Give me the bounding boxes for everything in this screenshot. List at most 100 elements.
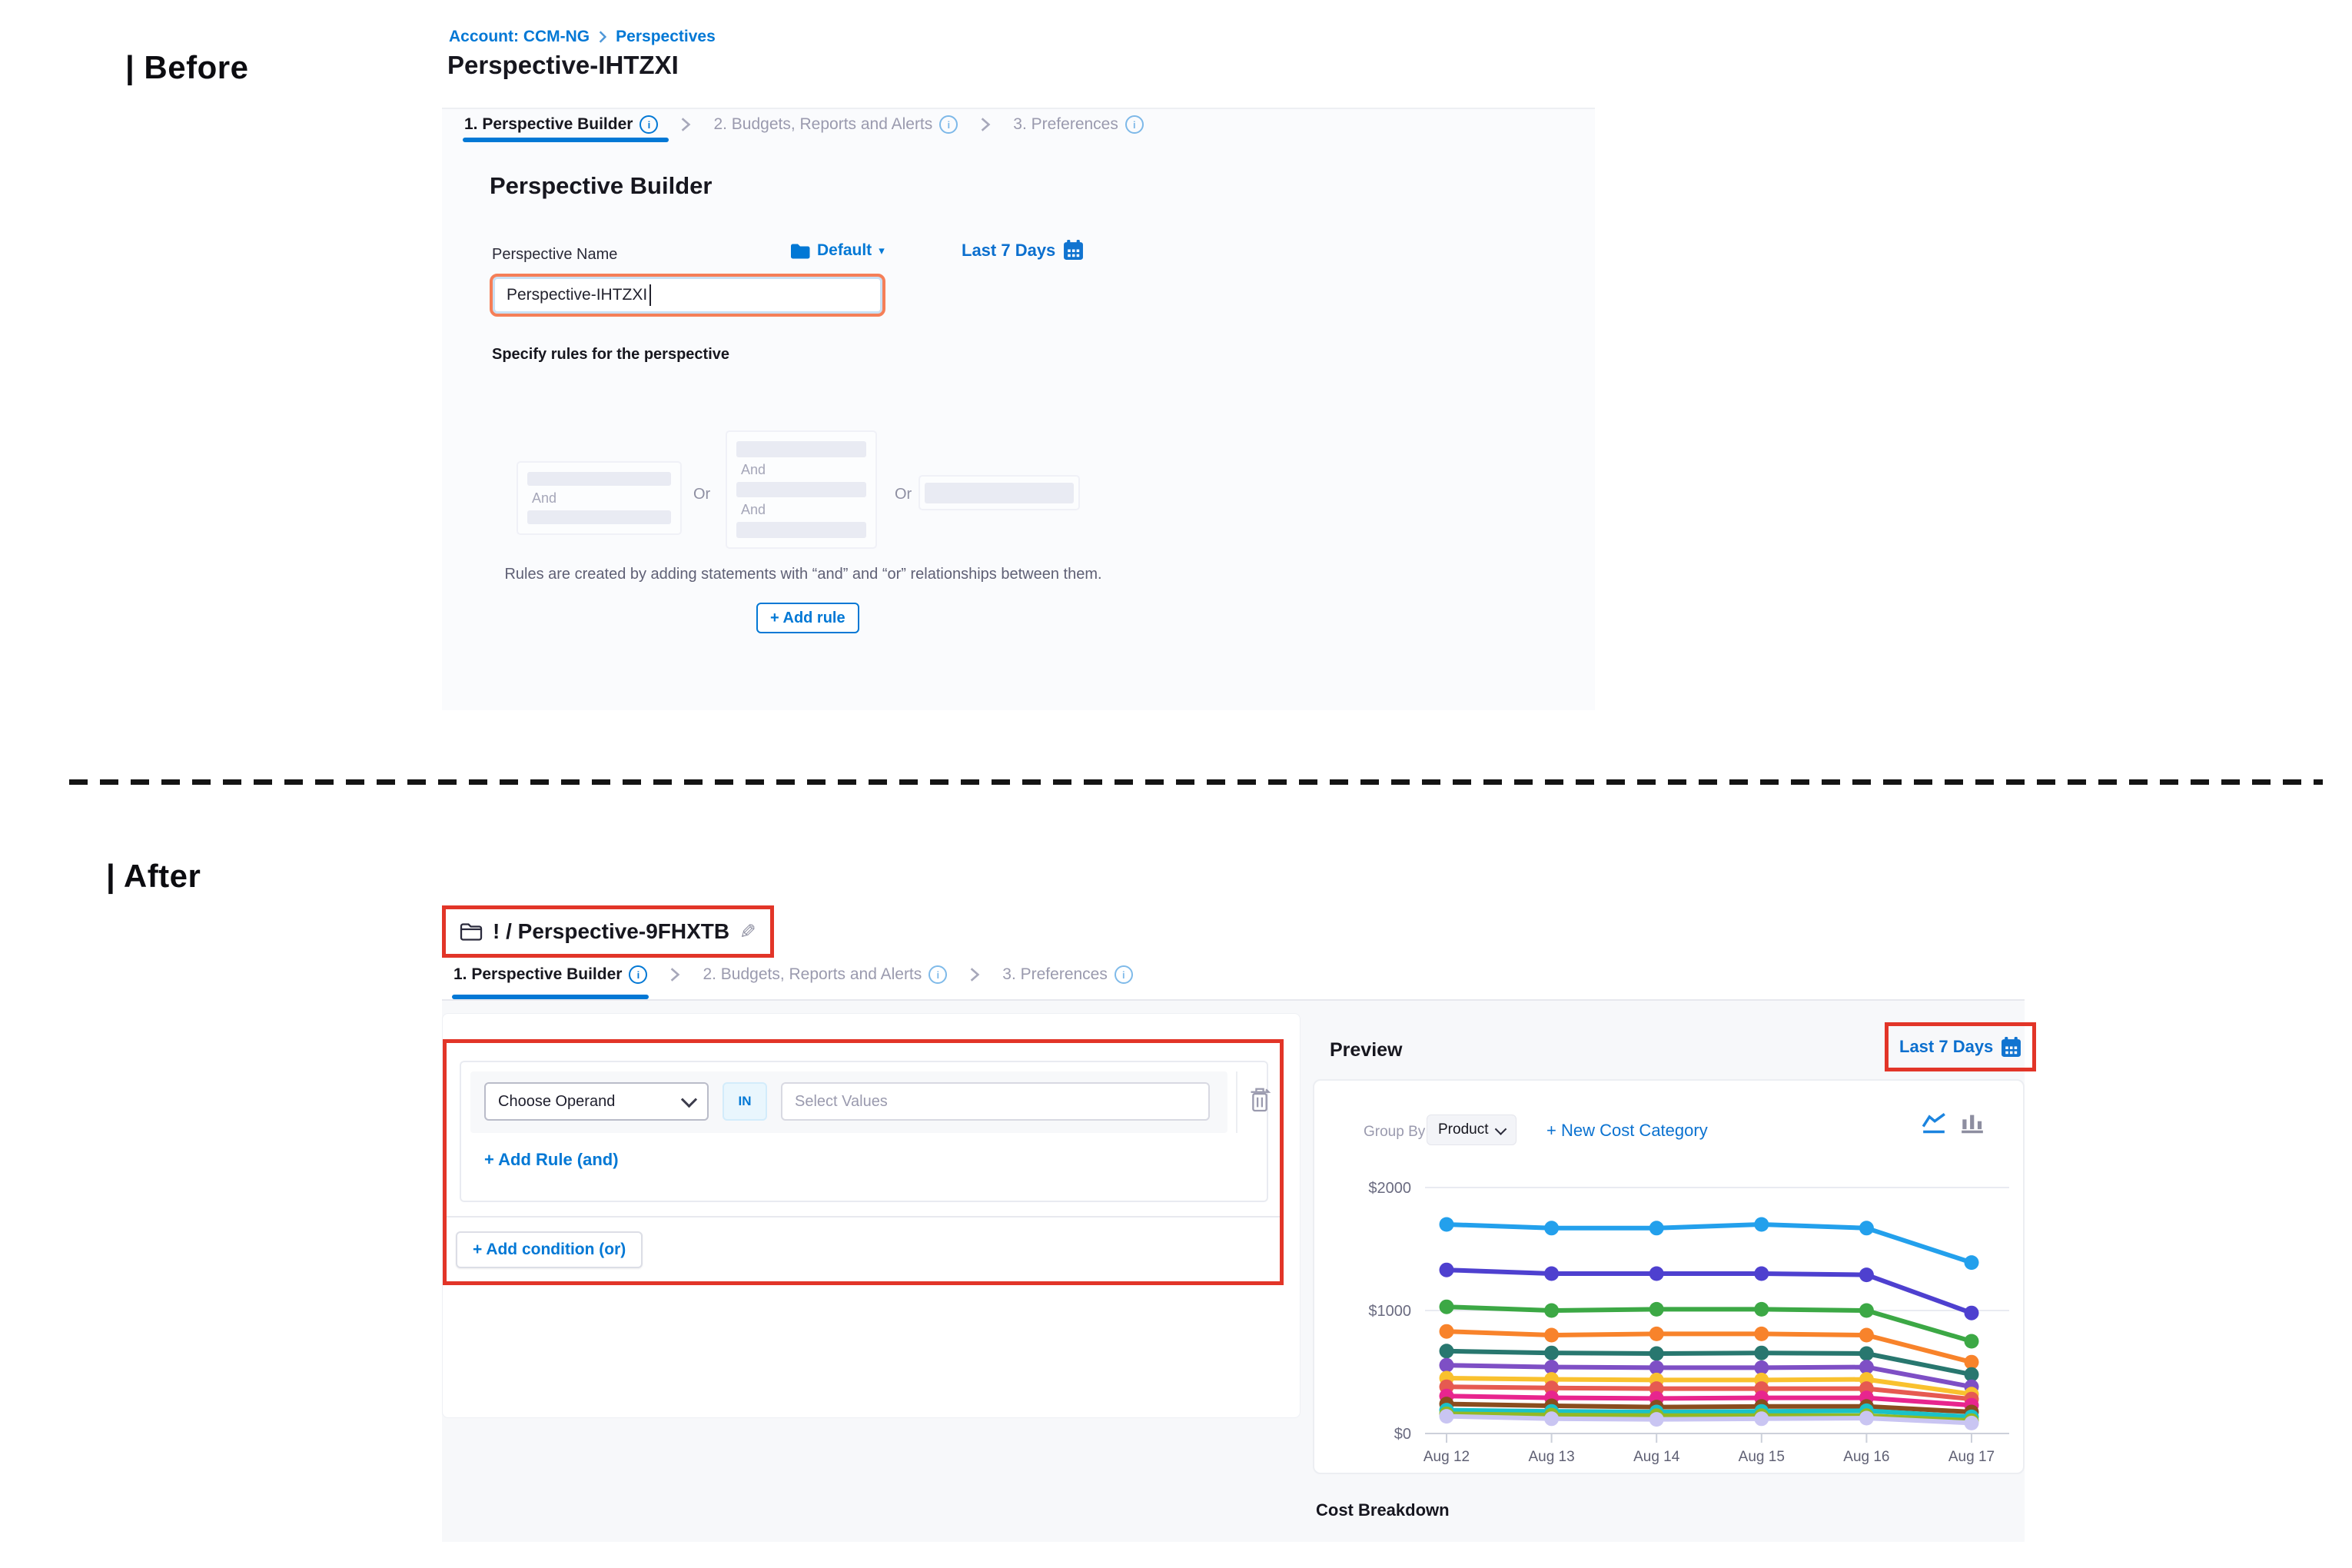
- series-green-point: [1859, 1304, 1874, 1318]
- chevron-right-icon: [667, 966, 683, 983]
- breadcrumb-perspectives-link[interactable]: Perspectives: [616, 28, 716, 46]
- info-icon: i: [629, 965, 647, 984]
- y-axis-tick-label: $0: [1394, 1426, 1411, 1443]
- perspective-name-label: Perspective Name: [492, 246, 617, 264]
- series-lavender-line: [1447, 1417, 1972, 1423]
- series-blue-point: [1965, 1255, 1979, 1270]
- before-after-divider: [69, 779, 2323, 785]
- series-orange-point: [1544, 1328, 1559, 1343]
- builder-heading: Perspective Builder: [490, 172, 712, 200]
- x-axis-tick-label: Aug 14: [1633, 1449, 1680, 1465]
- skeleton-bar: [527, 510, 671, 524]
- series-orange-point: [1859, 1328, 1874, 1343]
- select-values-placeholder: Select Values: [795, 1093, 888, 1111]
- series-indigo-line: [1447, 1270, 1972, 1313]
- series-green-point: [1754, 1302, 1769, 1317]
- x-axis-tick-label: Aug 17: [1948, 1449, 1995, 1465]
- perspective-name-value: Perspective-IHTZXI: [507, 286, 647, 304]
- series-indigo-point: [1544, 1267, 1559, 1281]
- perspective-header-annotated: ! / Perspective-9FHXTB ✎: [442, 905, 774, 958]
- trash-icon: [1248, 1085, 1271, 1113]
- skeleton-bar: [736, 441, 866, 457]
- series-indigo-point: [1859, 1267, 1874, 1282]
- chevron-right-icon: [678, 116, 693, 133]
- series-green-point: [1649, 1302, 1664, 1317]
- operator-in-button[interactable]: IN: [723, 1082, 767, 1121]
- series-indigo-point: [1440, 1263, 1454, 1277]
- series-orange-point: [1649, 1327, 1664, 1341]
- rule-skeleton-card: And And: [726, 430, 877, 549]
- series-indigo-point: [1754, 1267, 1769, 1281]
- skeleton-bar: [736, 522, 866, 538]
- after-tab-bar: 1. Perspective Builder i 2. Budgets, Rep…: [453, 965, 1133, 984]
- series-lavender-point: [1440, 1409, 1454, 1423]
- rule-skeleton-card: [919, 475, 1080, 510]
- comparison-page: | Before Account: CCM-NG Perspectives Pe…: [0, 0, 2352, 1568]
- text-cursor: [649, 284, 651, 306]
- before-section-label: | Before: [125, 49, 248, 86]
- x-axis-tick-label: Aug 13: [1528, 1449, 1574, 1465]
- info-icon: i: [939, 115, 958, 134]
- breadcrumb-account-link[interactable]: Account: CCM-NG: [449, 28, 590, 46]
- series-purple-point: [1440, 1358, 1454, 1373]
- tab-preferences[interactable]: 3. Preferences i: [1002, 965, 1133, 984]
- tab-budgets-reports-alerts[interactable]: 2. Budgets, Reports and Alerts i: [713, 115, 958, 134]
- add-rule-and-link[interactable]: + Add Rule (and): [484, 1150, 619, 1170]
- calendar-icon: [2001, 1037, 2021, 1058]
- edit-pencil-icon[interactable]: ✎: [739, 920, 756, 944]
- operand-select[interactable]: Choose Operand: [484, 1082, 709, 1121]
- date-range-label: Last 7 Days: [962, 241, 1055, 261]
- delete-rule-button[interactable]: [1248, 1085, 1271, 1117]
- series-indigo-point: [1649, 1267, 1664, 1281]
- series-orange-point: [1440, 1324, 1454, 1339]
- x-axis-tick-label: Aug 15: [1739, 1449, 1785, 1465]
- rules-hint-text: Rules are created by adding statements w…: [496, 566, 1111, 583]
- series-teal-point: [1859, 1347, 1874, 1361]
- chevron-right-icon: [967, 966, 982, 983]
- page-title: Perspective-IHTZXI: [447, 51, 679, 80]
- y-axis-tick-label: $1000: [1368, 1303, 1411, 1320]
- tab-perspective-builder[interactable]: 1. Perspective Builder i: [464, 115, 658, 134]
- series-green-point: [1965, 1334, 1979, 1349]
- date-range-annotation-box: Last 7 Days: [1885, 1022, 2036, 1071]
- tab-preferences[interactable]: 3. Preferences i: [1013, 115, 1144, 134]
- skeleton-bar: [527, 472, 671, 486]
- date-range-picker[interactable]: Last 7 Days: [1899, 1037, 2021, 1058]
- caret-down-icon: ▾: [879, 244, 885, 257]
- chevron-down-icon: [681, 1091, 697, 1108]
- x-axis-tick-label: Aug 16: [1843, 1449, 1889, 1465]
- series-lavender-point: [1965, 1416, 1979, 1430]
- folder-icon: [790, 243, 810, 259]
- date-range-picker[interactable]: Last 7 Days: [962, 240, 1084, 261]
- series-green-point: [1440, 1300, 1454, 1314]
- calendar-icon: [1063, 240, 1084, 261]
- series-green-point: [1544, 1304, 1559, 1318]
- info-icon: i: [1115, 965, 1133, 984]
- series-teal-point: [1544, 1346, 1559, 1360]
- tab-perspective-builder[interactable]: 1. Perspective Builder i: [453, 965, 647, 984]
- skeleton-bar: [736, 482, 866, 498]
- series-teal-point: [1754, 1346, 1769, 1360]
- select-values-input[interactable]: Select Values: [781, 1082, 1210, 1121]
- before-tab-bar: 1. Perspective Builder i 2. Budgets, Rep…: [464, 115, 1144, 134]
- chevron-right-icon: [978, 116, 993, 133]
- rule-skeleton-card: And: [517, 461, 682, 535]
- add-condition-or-button[interactable]: + Add condition (or): [456, 1231, 643, 1268]
- operand-select-placeholder: Choose Operand: [498, 1093, 615, 1111]
- series-lavender-point: [1544, 1411, 1559, 1426]
- skeleton-and-label: And: [736, 503, 866, 517]
- chevron-right-icon: [597, 30, 608, 44]
- series-blue-point: [1440, 1218, 1454, 1232]
- perspective-name-input[interactable]: Perspective-IHTZXI: [490, 274, 885, 317]
- skeleton-or-label: Or: [895, 486, 912, 503]
- folder-select[interactable]: Default ▾: [790, 241, 885, 260]
- add-rule-button[interactable]: + Add rule: [756, 603, 859, 633]
- skeleton-bar: [925, 483, 1074, 503]
- cost-breakdown-heading: Cost Breakdown: [1316, 1500, 1450, 1520]
- tab-budgets-reports-alerts[interactable]: 2. Budgets, Reports and Alerts i: [703, 965, 947, 984]
- info-icon: i: [639, 115, 658, 134]
- rules-section-divider: [447, 1216, 1280, 1218]
- breadcrumb: Account: CCM-NG Perspectives: [449, 28, 716, 46]
- skeleton-or-label: Or: [693, 486, 710, 503]
- series-indigo-point: [1965, 1306, 1979, 1321]
